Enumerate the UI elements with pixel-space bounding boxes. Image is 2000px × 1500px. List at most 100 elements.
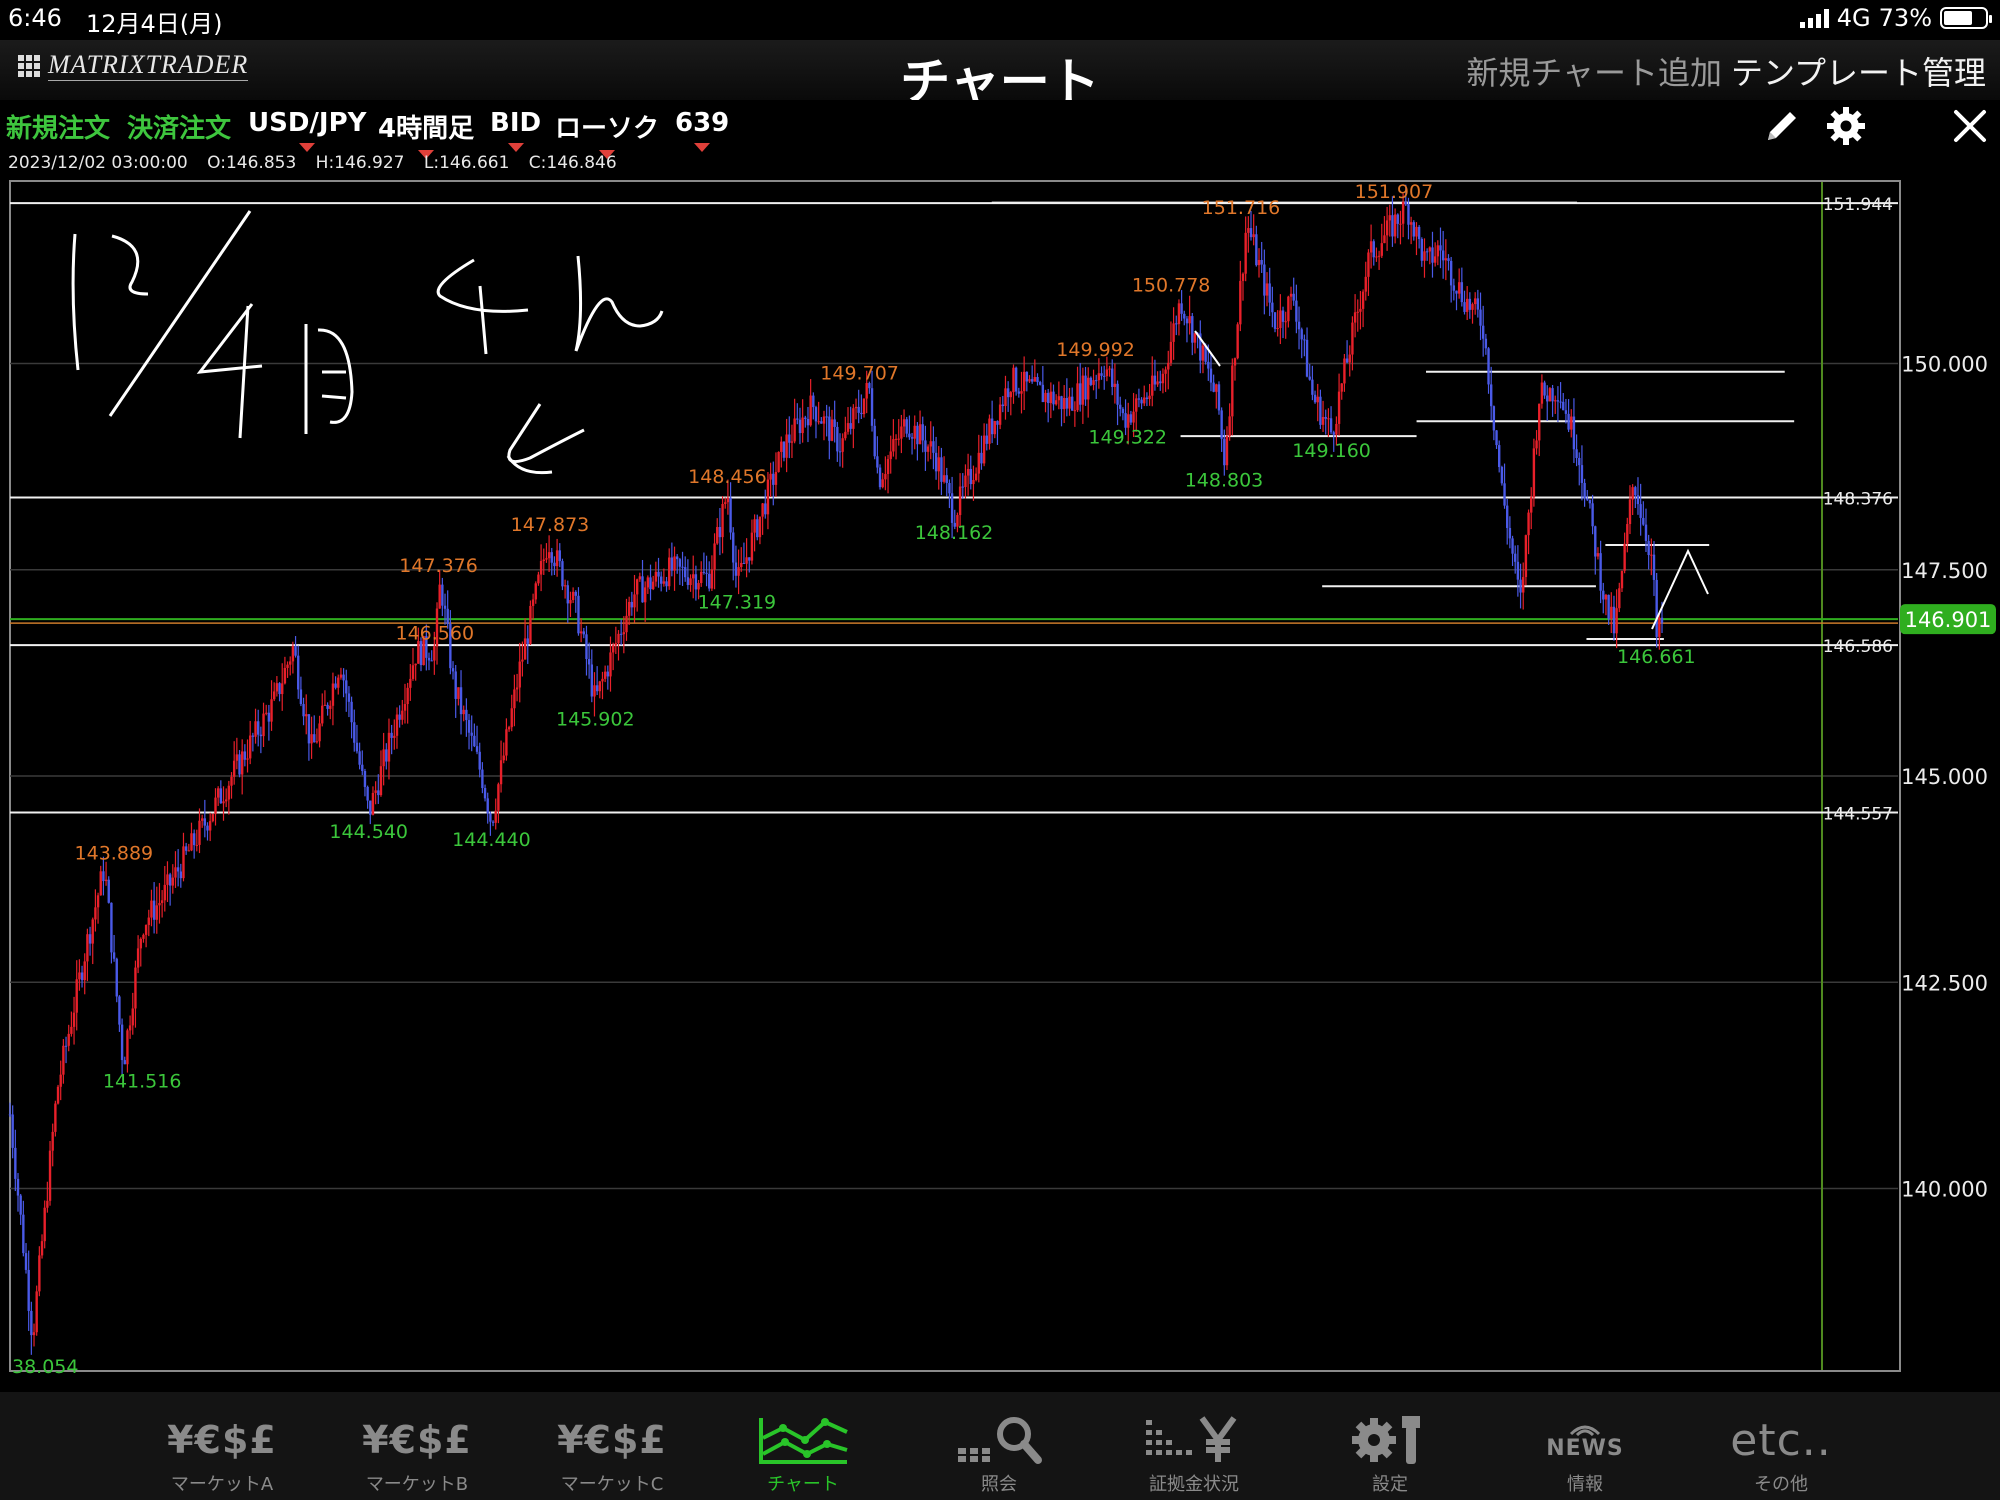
candle-body: [1367, 252, 1370, 277]
tab-inquiry[interactable]: 照会: [924, 1414, 1074, 1496]
template-manage-button[interactable]: テンプレート管理: [1731, 48, 1986, 94]
candle-body: [721, 503, 724, 538]
marker-label: 38.054: [12, 1356, 78, 1376]
candle-body: [238, 754, 241, 775]
candle-body: [1038, 382, 1042, 385]
close-icon[interactable]: [1948, 104, 1992, 148]
candle-body: [1655, 579, 1658, 637]
add-chart-button[interactable]: 新規チャート追加: [1466, 48, 1722, 94]
candle-body: [494, 810, 497, 823]
candle-body: [1412, 222, 1415, 237]
candle-body: [630, 601, 634, 608]
candle-body: [673, 556, 676, 571]
candle-body: [473, 735, 476, 747]
marker-label: 151.907: [1355, 181, 1434, 203]
candle-body: [838, 451, 842, 453]
candle-body: [590, 664, 594, 697]
candle-body: [1297, 321, 1301, 330]
candle-body: [395, 714, 399, 736]
candle-body: [1044, 392, 1047, 403]
price-chart[interactable]: 151.944148.376146.586144.557 151.907151.…: [0, 176, 2000, 1376]
candle-body: [1658, 617, 1661, 637]
candle-body: [22, 1214, 25, 1254]
candle-body: [214, 797, 217, 815]
margin-yen-icon: [1119, 1414, 1269, 1466]
candle-body: [758, 516, 762, 538]
pencil-icon[interactable]: [1760, 104, 1804, 148]
candle-body: [662, 581, 666, 584]
candle-body: [363, 770, 367, 787]
candle-body: [1062, 398, 1066, 410]
tab-bar: ¥€$£ マーケットA ¥€$£ マーケットB ¥€$£ マーケットC チャート: [0, 1392, 2000, 1500]
candle-body: [825, 416, 828, 418]
candle-body: [972, 480, 975, 485]
gear-icon[interactable]: [1824, 104, 1868, 148]
marker-label: 148.456: [688, 466, 767, 488]
tab-market-b[interactable]: ¥€$£ マーケットB: [342, 1414, 492, 1496]
candle-body: [846, 423, 850, 432]
candle-body: [1076, 383, 1079, 411]
tab-label: マーケットA: [170, 1474, 274, 1495]
candle-body: [1441, 250, 1445, 261]
candle-body: [756, 519, 759, 538]
candle-body: [1041, 384, 1045, 403]
close-order-button[interactable]: 決済注文: [127, 108, 231, 145]
candle-body: [886, 459, 890, 474]
candle-body: [1498, 445, 1501, 468]
tab-margin[interactable]: 証拠金状況: [1119, 1414, 1269, 1496]
candle-body: [1575, 449, 1578, 459]
candle-body: [1257, 259, 1261, 266]
candle-body: [785, 434, 788, 458]
candle-body: [62, 1045, 65, 1075]
candle-body: [48, 1150, 52, 1201]
candle-body: [1113, 383, 1117, 387]
candle-body: [670, 557, 674, 571]
candle-body: [278, 683, 281, 695]
candle-body: [163, 884, 166, 901]
tab-chart[interactable]: チャート: [728, 1414, 878, 1496]
candle-body: [1396, 214, 1399, 224]
tab-market-c[interactable]: ¥€$£ マーケットC: [537, 1414, 687, 1496]
status-date: 12月4日(月): [86, 10, 223, 38]
candle-body: [836, 426, 839, 452]
chart-style-select[interactable]: ローソク: [555, 108, 659, 159]
candle-body: [595, 685, 599, 692]
candle-body: [1103, 375, 1106, 377]
candle-body: [1284, 321, 1287, 323]
candle-body: [46, 1200, 49, 1208]
tab-info[interactable]: NEWS 情報: [1510, 1414, 1660, 1496]
candle-body: [115, 958, 118, 997]
candle-body: [1006, 388, 1010, 398]
candle-body: [1308, 376, 1311, 380]
candle-body: [1068, 396, 1071, 409]
candle-body: [398, 714, 401, 720]
tab-settings[interactable]: 設定: [1315, 1414, 1465, 1496]
marker-label: 149.160: [1292, 440, 1371, 462]
candle-body: [67, 1033, 70, 1046]
candle-body: [1375, 256, 1378, 258]
timeframe-select[interactable]: 4時間足: [378, 108, 474, 159]
tab-market-a[interactable]: ¥€$£ マーケットA: [147, 1414, 297, 1496]
candle-body: [179, 871, 183, 879]
candle-body: [251, 735, 255, 737]
candle-body: [513, 689, 516, 709]
new-order-button[interactable]: 新規注文: [6, 108, 110, 145]
candle-body: [16, 1178, 20, 1196]
logo-text: MATRIXTRADER: [48, 50, 249, 81]
candle-body: [908, 433, 911, 438]
candle-body: [1356, 311, 1359, 313]
candle-body: [1143, 397, 1146, 404]
candle-body: [1562, 401, 1565, 411]
candle-body: [900, 426, 903, 439]
price-tick-label: 150.000: [1901, 353, 1988, 377]
candle-body: [505, 729, 508, 756]
candle-body: [1054, 400, 1058, 405]
candle-body: [102, 871, 105, 882]
bid-ask-select[interactable]: BID: [490, 108, 541, 152]
candle-body: [964, 475, 967, 488]
tab-other[interactable]: etc.. その他: [1706, 1414, 1856, 1496]
bar-count-select[interactable]: 639: [675, 108, 729, 152]
candle-body: [491, 821, 495, 823]
candle-body: [393, 735, 396, 738]
currency-pair-select[interactable]: USD/JPY: [248, 108, 366, 152]
